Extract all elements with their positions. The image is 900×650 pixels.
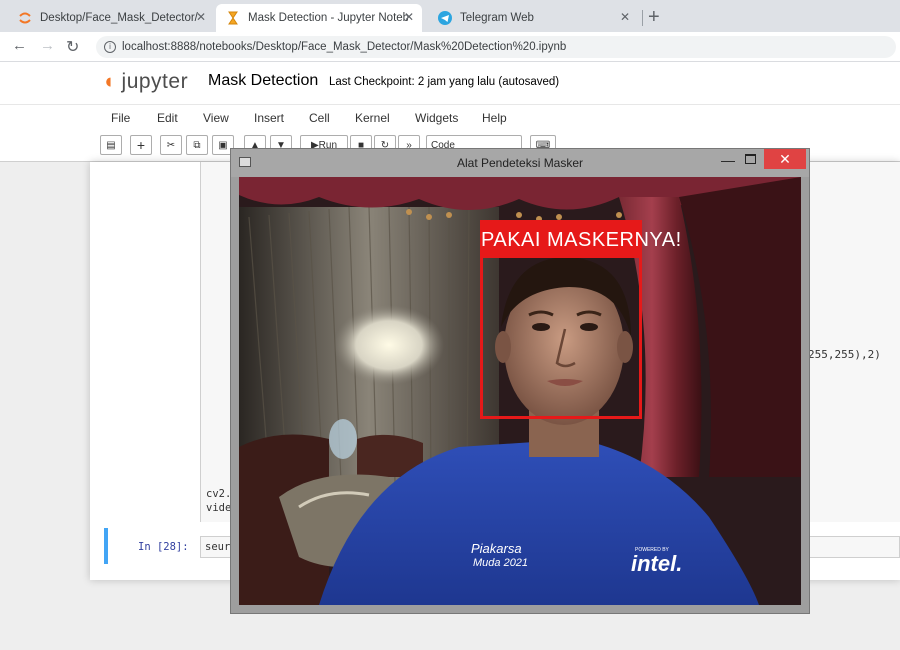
shirt-brand-logo: intel. [631,551,683,576]
browser-tab-bar: Desktop/Face_Mask_Detector/ ✕ Mask Detec… [0,0,900,32]
jupyter-orb-icon [19,12,31,24]
info-icon[interactable]: i [104,41,116,53]
close-tab-icon[interactable]: ✕ [196,10,206,24]
menu-kernel[interactable]: Kernel [355,111,390,125]
telegram-icon [438,11,452,25]
tab-label: Mask Detection - Jupyter Notebo [248,12,408,24]
shirt-text: Muda 2021 [473,557,529,569]
maximize-icon[interactable] [745,154,756,164]
jupyter-header: ◖ jupyter Mask Detection Last Checkpoint… [0,62,900,104]
jupyter-menubar: File Edit View Insert Cell Kernel Widget… [0,104,900,130]
hourglass-icon [228,11,238,25]
cell-prompt: In [28]: [138,541,189,553]
url-text: localhost:8888/notebooks/Desktop/Face_Ma… [122,41,567,53]
opencv-titlebar[interactable]: Alat Pendeteksi Masker — ✕ [231,149,809,177]
shirt-text: Piakarsa [471,541,522,556]
reload-icon[interactable]: ↻ [66,37,79,57]
menu-view[interactable]: View [203,111,229,125]
notebook-title[interactable]: Mask Detection [208,72,318,90]
address-bar: ← → ↻ i localhost:8888/notebooks/Desktop… [0,32,900,62]
menu-file[interactable]: File [111,111,130,125]
cut-icon[interactable]: ✂ [160,135,182,155]
menu-widgets[interactable]: Widgets [415,111,458,125]
jupyter-logo-text: jupyter [121,70,189,93]
tab-notebook[interactable]: Mask Detection - Jupyter Notebo ✕ [216,4,422,32]
menu-edit[interactable]: Edit [157,111,178,125]
copy-icon[interactable]: ⧉ [186,135,208,155]
webcam-frame: PAKAI MASKERNYA! Piakarsa Muda 2021 POWE… [239,177,801,605]
tab-divider [642,10,643,26]
tab-label: Desktop/Face_Mask_Detector/ [40,12,198,24]
checkpoint-status: Last Checkpoint: 2 jam yang lalu (autosa… [329,76,560,88]
tab-label: Telegram Web [460,12,534,24]
detection-label: PAKAI MASKERNYA! [481,229,682,251]
close-tab-icon[interactable]: ✕ [620,10,630,24]
menu-insert[interactable]: Insert [254,111,284,125]
jupyter-orb-icon: ◖ [102,70,116,93]
menu-help[interactable]: Help [482,111,507,125]
opencv-window: Alat Pendeteksi Masker — ✕ PAKAI MASKERN… [230,148,810,614]
tab-telegram[interactable]: Telegram Web ✕ [428,4,638,32]
code-line: vide [206,502,232,514]
add-cell-icon[interactable]: + [130,135,152,155]
tab-file-browser[interactable]: Desktop/Face_Mask_Detector/ ✕ [8,4,214,32]
close-tab-icon[interactable]: ✕ [404,10,414,24]
code-line-tail: 255,255),2) [808,348,881,361]
face-detection-box [480,255,642,419]
url-input[interactable]: i localhost:8888/notebooks/Desktop/Face_… [96,36,896,58]
cell-code-text: seur [205,541,231,553]
code-line: cv2. [206,488,232,500]
close-window-button[interactable]: ✕ [764,149,806,169]
forward-icon[interactable]: → [40,37,55,54]
jupyter-logo[interactable]: ◖ jupyter [102,70,188,94]
menu-cell[interactable]: Cell [309,111,330,125]
back-icon[interactable]: ← [12,37,27,54]
new-tab-button[interactable]: + [648,6,660,29]
save-icon[interactable]: ▤ [100,135,122,155]
minimize-icon[interactable]: — [721,152,735,168]
